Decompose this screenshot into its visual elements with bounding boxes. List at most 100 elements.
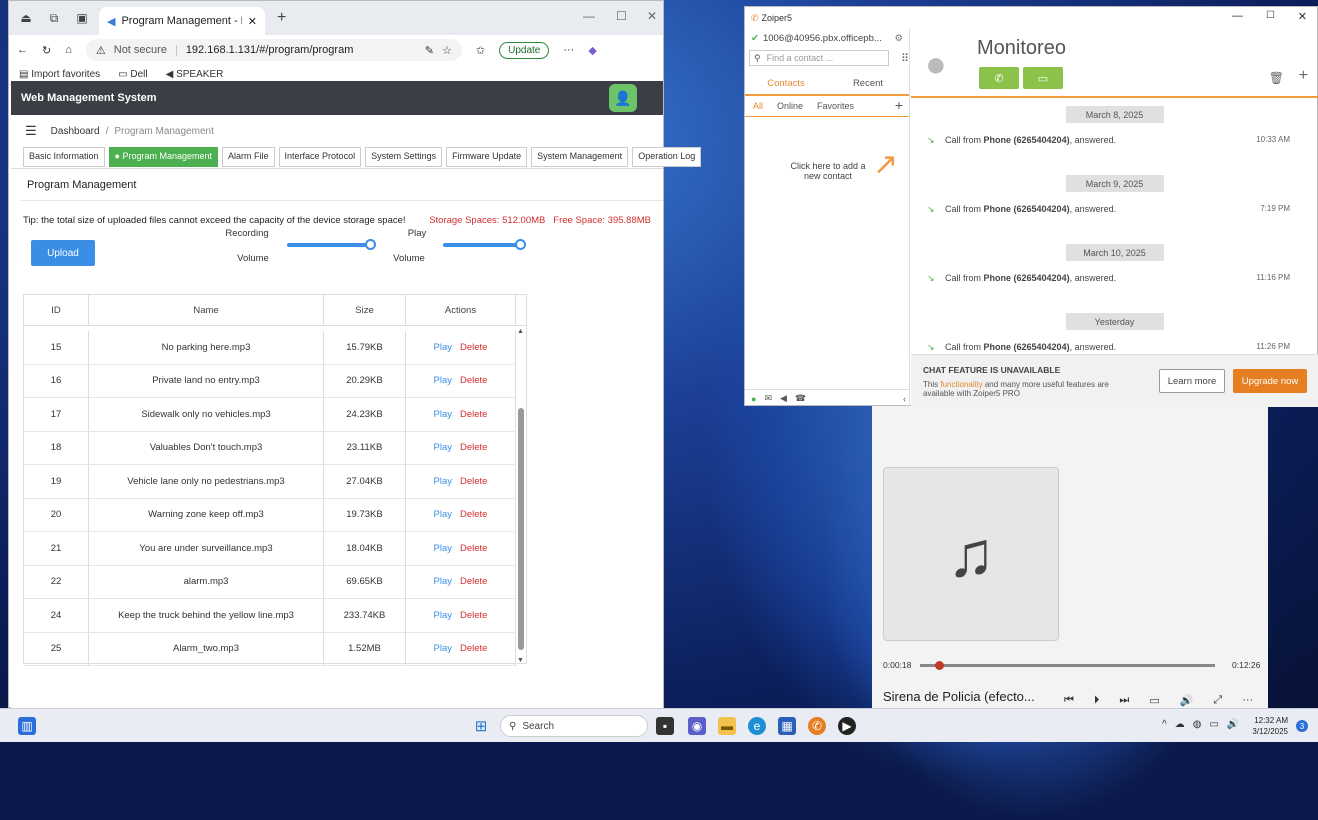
filter-all[interactable]: All: [753, 101, 763, 111]
taskbar-search[interactable]: ⚲ Search: [500, 715, 648, 737]
play-link[interactable]: Play: [434, 576, 452, 587]
upgrade-now-button[interactable]: Upgrade now: [1233, 369, 1307, 393]
delete-link[interactable]: Delete: [460, 576, 487, 587]
status-ok-icon[interactable]: ●: [751, 394, 756, 404]
browser-tab-active[interactable]: ◀ Program Management - Network ✕: [99, 7, 265, 35]
history-call-entry[interactable]: ↘ Call from Phone (6265404204), answered.…: [911, 192, 1318, 236]
play-link[interactable]: Play: [434, 543, 452, 554]
filter-online[interactable]: Online: [777, 101, 803, 111]
play-volume-slider[interactable]: [443, 239, 526, 250]
close-window-icon[interactable]: ✕: [647, 9, 657, 23]
contact-search-input[interactable]: ⚲ Find a contact ...: [749, 50, 889, 66]
add-icon[interactable]: +: [1299, 67, 1308, 85]
delete-link[interactable]: Delete: [460, 509, 487, 520]
scroll-thumb[interactable]: [518, 408, 524, 650]
copilot-icon[interactable]: ◆: [588, 44, 596, 57]
next-icon[interactable]: ⏭: [1119, 694, 1129, 707]
fullscreen-icon[interactable]: ⤢: [1213, 694, 1222, 707]
previous-icon[interactable]: ⏮: [1064, 694, 1074, 707]
home-icon[interactable]: ⌂: [65, 44, 72, 56]
play-link[interactable]: Play: [434, 409, 452, 420]
network-icon[interactable]: ◍: [1193, 719, 1202, 730]
file-explorer-icon[interactable]: ▬: [718, 717, 736, 735]
workspaces-icon[interactable]: ⏏: [15, 7, 37, 29]
fav-speaker[interactable]: ◀ SPEAKER: [166, 69, 224, 80]
volume-icon[interactable]: 🔊: [1180, 694, 1194, 707]
call-button[interactable]: ✆: [979, 67, 1019, 89]
tab-firmware-update[interactable]: Firmware Update: [446, 147, 528, 167]
add-contact-icon[interactable]: +: [895, 97, 903, 113]
play-link[interactable]: Play: [434, 442, 452, 453]
user-avatar[interactable]: 👤: [609, 84, 637, 112]
tab-alarm-file[interactable]: Alarm File: [222, 147, 275, 167]
play-link[interactable]: Play: [434, 375, 452, 386]
settings-gear-icon[interactable]: ⚙: [894, 33, 903, 44]
back-icon[interactable]: ←: [17, 44, 28, 56]
task-view-icon[interactable]: ▪: [656, 717, 674, 735]
tab-contacts[interactable]: Contacts: [745, 74, 827, 94]
dialpad-icon[interactable]: ⠿: [901, 52, 909, 65]
scroll-down-icon[interactable]: ▼: [517, 657, 524, 664]
display-icon[interactable]: ▭: [1209, 719, 1218, 730]
delete-link[interactable]: Delete: [460, 375, 487, 386]
delete-link[interactable]: Delete: [460, 442, 487, 453]
collections-icon[interactable]: ⧉: [43, 7, 65, 29]
tray-chevron-icon[interactable]: ^: [1162, 719, 1167, 730]
delete-link[interactable]: Delete: [460, 476, 487, 487]
tab-interface-protocol[interactable]: Interface Protocol: [278, 147, 362, 167]
message-icon[interactable]: ✉: [764, 393, 772, 404]
tab-operation-log[interactable]: Operation Log: [632, 147, 702, 167]
edge-icon[interactable]: e: [748, 717, 766, 735]
widgets-icon[interactable]: ▥: [18, 717, 36, 735]
play-link[interactable]: Play: [434, 509, 452, 520]
delete-link[interactable]: Delete: [460, 610, 487, 621]
favorite-star-icon[interactable]: ☆: [442, 44, 452, 57]
play-link[interactable]: Play: [434, 476, 452, 487]
volume-tray-icon[interactable]: 🔊: [1227, 719, 1239, 730]
add-contact-hint[interactable]: Click here to add a new contact: [785, 161, 871, 181]
zoiper-minimize-icon[interactable]: —: [1232, 10, 1243, 22]
more-icon[interactable]: ···: [563, 44, 574, 56]
clock[interactable]: 12:32 AM 3/12/2025: [1252, 715, 1288, 737]
zoiper-maximize-icon[interactable]: ☐: [1266, 10, 1275, 21]
delete-link[interactable]: Delete: [460, 342, 487, 353]
tab-program-management[interactable]: ● Program Management: [108, 147, 219, 167]
delete-link[interactable]: Delete: [460, 543, 487, 554]
zoiper-close-icon[interactable]: ✕: [1298, 10, 1307, 23]
more-options-icon[interactable]: ···: [1242, 694, 1253, 707]
miniplayer-icon[interactable]: ▭: [1149, 694, 1159, 707]
media-player-taskbar-icon[interactable]: ▶: [838, 717, 856, 735]
refresh-icon[interactable]: ↻: [42, 44, 51, 57]
favorites-icon[interactable]: ✩: [476, 44, 485, 57]
url-bar[interactable]: ⚠ Not secure | 192.168.1.131/#/program/p…: [85, 39, 462, 61]
zoiper-taskbar-icon[interactable]: ✆: [808, 717, 826, 735]
recording-volume-slider[interactable]: [287, 239, 376, 250]
store-icon[interactable]: ▦: [778, 717, 796, 735]
minimize-icon[interactable]: —: [583, 9, 595, 23]
upload-button[interactable]: Upload: [31, 240, 95, 266]
onedrive-icon[interactable]: ☁: [1175, 719, 1185, 730]
learn-more-button[interactable]: Learn more: [1159, 369, 1225, 393]
delete-link[interactable]: Delete: [460, 409, 487, 420]
table-scrollbar[interactable]: ▲ ▼: [516, 328, 526, 664]
phone-settings-icon[interactable]: ☎: [795, 393, 806, 404]
menu-toggle-icon[interactable]: ☰: [25, 123, 37, 139]
seek-bar[interactable]: [920, 664, 1215, 667]
play-link[interactable]: Play: [434, 610, 452, 621]
notification-badge[interactable]: 3: [1296, 720, 1308, 732]
delete-contact-icon[interactable]: 🗑: [1269, 71, 1284, 85]
filter-favorites[interactable]: Favorites: [817, 101, 854, 111]
video-call-button[interactable]: ▭: [1023, 67, 1063, 89]
play-link[interactable]: Play: [434, 342, 452, 353]
play-icon[interactable]: ⏵: [1094, 694, 1100, 707]
delete-link[interactable]: Delete: [460, 643, 487, 654]
tab-system-settings[interactable]: System Settings: [365, 147, 443, 167]
history-call-entry[interactable]: ↘ Call from Phone (6265404204), answered.…: [911, 261, 1318, 305]
history-call-entry[interactable]: ↘ Call from Phone (6265404204), answered.…: [911, 330, 1318, 354]
start-icon[interactable]: ⊞: [472, 717, 490, 735]
tab-basic-information[interactable]: Basic Information: [23, 147, 105, 167]
update-button[interactable]: Update: [499, 41, 550, 59]
recording-volume-knob[interactable]: [365, 239, 376, 250]
tab-system-management[interactable]: System Management: [531, 147, 629, 167]
read-aloud-icon[interactable]: ✎: [425, 44, 434, 57]
